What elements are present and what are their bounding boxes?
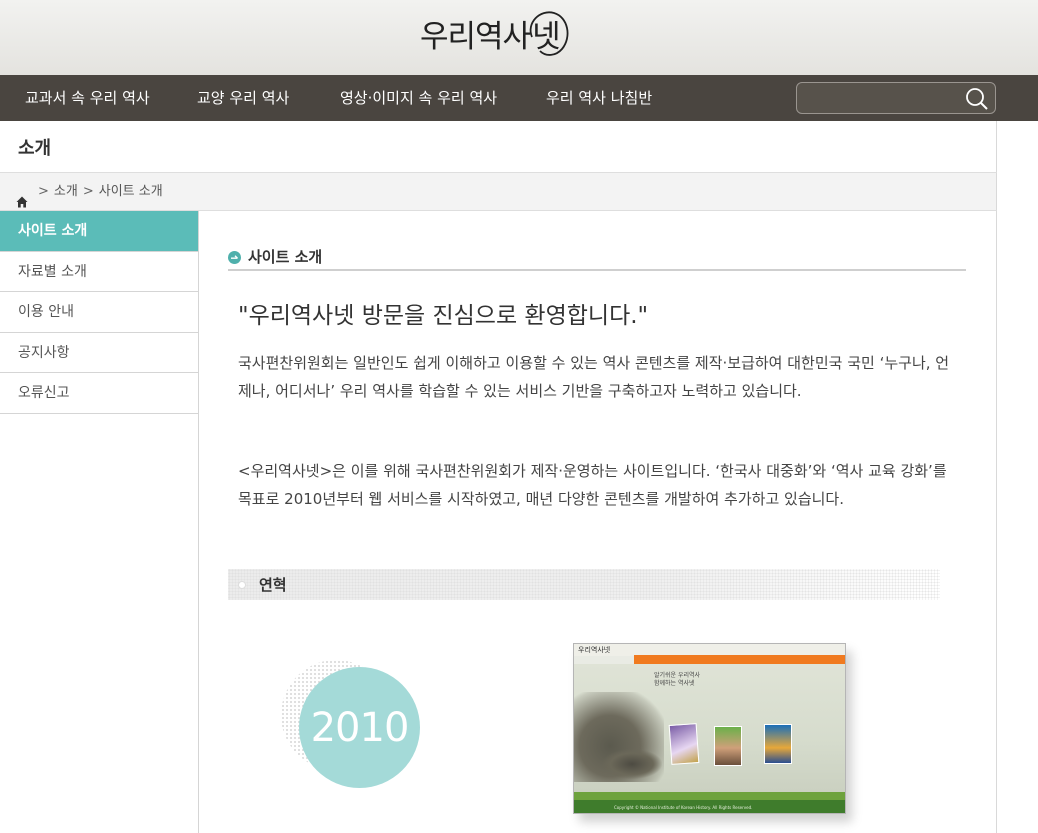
sidebar-item-error-report[interactable]: 오류신고 xyxy=(0,373,198,414)
header: 우리역사 넷 xyxy=(0,0,1038,75)
breadcrumb-item-current: 사이트 소개 xyxy=(98,183,163,199)
breadcrumb-item[interactable]: 소개 xyxy=(54,173,78,211)
screenshot-logo: 우리역사넷 xyxy=(578,646,611,654)
intro-paragraph-2: <우리역사넷>은 이를 위해 국사편찬위원회가 제작·운영하는 사이트입니다. … xyxy=(238,462,947,508)
sidebar: 사이트 소개 자료별 소개 이용 안내 공지사항 오류신고 xyxy=(0,211,199,833)
breadcrumb-separator: > xyxy=(82,183,94,199)
breadcrumb-separator: > xyxy=(38,183,49,199)
search-input[interactable] xyxy=(805,87,955,109)
intro-paragraph: 국사편찬위원회는 일반인도 쉽게 이해하고 이용할 수 있는 역사 콘텐츠를 제… xyxy=(238,354,950,400)
screenshot-title-line: 알기쉬운 우리역사 xyxy=(654,672,701,679)
nav-item-liberal-history[interactable]: 교양 우리 역사 xyxy=(197,75,289,121)
year-label: 2010 xyxy=(310,705,410,751)
logo-text: 우리역사 xyxy=(420,18,531,55)
screenshot-nav: 우리역사넷 한국의 역사(History of Korea) 재미있는 한국사 … xyxy=(634,655,845,671)
sidebar-item-data-intro[interactable]: 자료별 소개 xyxy=(0,251,198,292)
site-screenshot-2010: 우리역사넷 우리역사넷 한국의 역사(History of Korea) 재미있… xyxy=(573,643,846,814)
sidebar-item-site-intro[interactable]: 사이트 소개 xyxy=(0,211,198,252)
screenshot-book-card xyxy=(714,726,742,766)
section-title: 사이트 소개 xyxy=(248,248,323,266)
page-title-bar: 소개 xyxy=(0,121,997,172)
screenshot-rock xyxy=(602,749,662,779)
screenshot-title-line: 함께하는 역사넷 xyxy=(654,680,695,687)
home-icon[interactable] xyxy=(16,186,28,207)
search-icon[interactable] xyxy=(965,87,989,111)
history-title: 연혁 xyxy=(259,576,287,594)
sidebar-item-usage-guide[interactable]: 이용 안내 xyxy=(0,292,198,333)
search-box xyxy=(796,82,996,114)
nav-item-media-history[interactable]: 영상·이미지 속 우리 역사 xyxy=(340,75,497,121)
screenshot-body: 알기쉬운 우리역사 함께하는 역사넷 xyxy=(574,664,845,800)
logo-mark: 넷 xyxy=(529,10,569,56)
welcome-heading: "우리역사넷 방문을 진심으로 환영합니다." xyxy=(238,303,649,329)
main-nav: 교과서 속 우리 역사 교양 우리 역사 영상·이미지 속 우리 역사 우리 역… xyxy=(0,75,1038,121)
screenshot-title: 알기쉬운 우리역사 함께하는 역사넷 xyxy=(654,672,700,688)
nav-item-textbook-history[interactable]: 교과서 속 우리 역사 xyxy=(25,75,150,121)
page-title: 소개 xyxy=(18,138,52,159)
screenshot-book-card xyxy=(668,723,700,765)
section-bullet-icon xyxy=(228,249,241,264)
content-right-border xyxy=(996,211,997,833)
breadcrumb: > 소개 > 사이트 소개 xyxy=(0,172,997,211)
section-header: 사이트 소개 xyxy=(228,244,966,271)
screenshot-footer: Copyright © National Institute of Korean… xyxy=(574,800,845,813)
screenshot-book-card xyxy=(764,724,792,764)
screenshot-footer-text: Copyright © National Institute of Korean… xyxy=(614,805,753,810)
sidebar-item-notices[interactable]: 공지사항 xyxy=(0,332,198,373)
site-logo[interactable]: 우리역사 넷 xyxy=(420,2,569,64)
logo-circle-icon xyxy=(529,10,569,56)
nav-item-history-compass[interactable]: 우리 역사 나침반 xyxy=(546,75,652,121)
screenshot-search-strip xyxy=(574,792,845,800)
history-bullet-icon xyxy=(238,581,246,589)
history-header-pattern xyxy=(228,569,940,600)
history-header: 연혁 xyxy=(228,569,940,600)
